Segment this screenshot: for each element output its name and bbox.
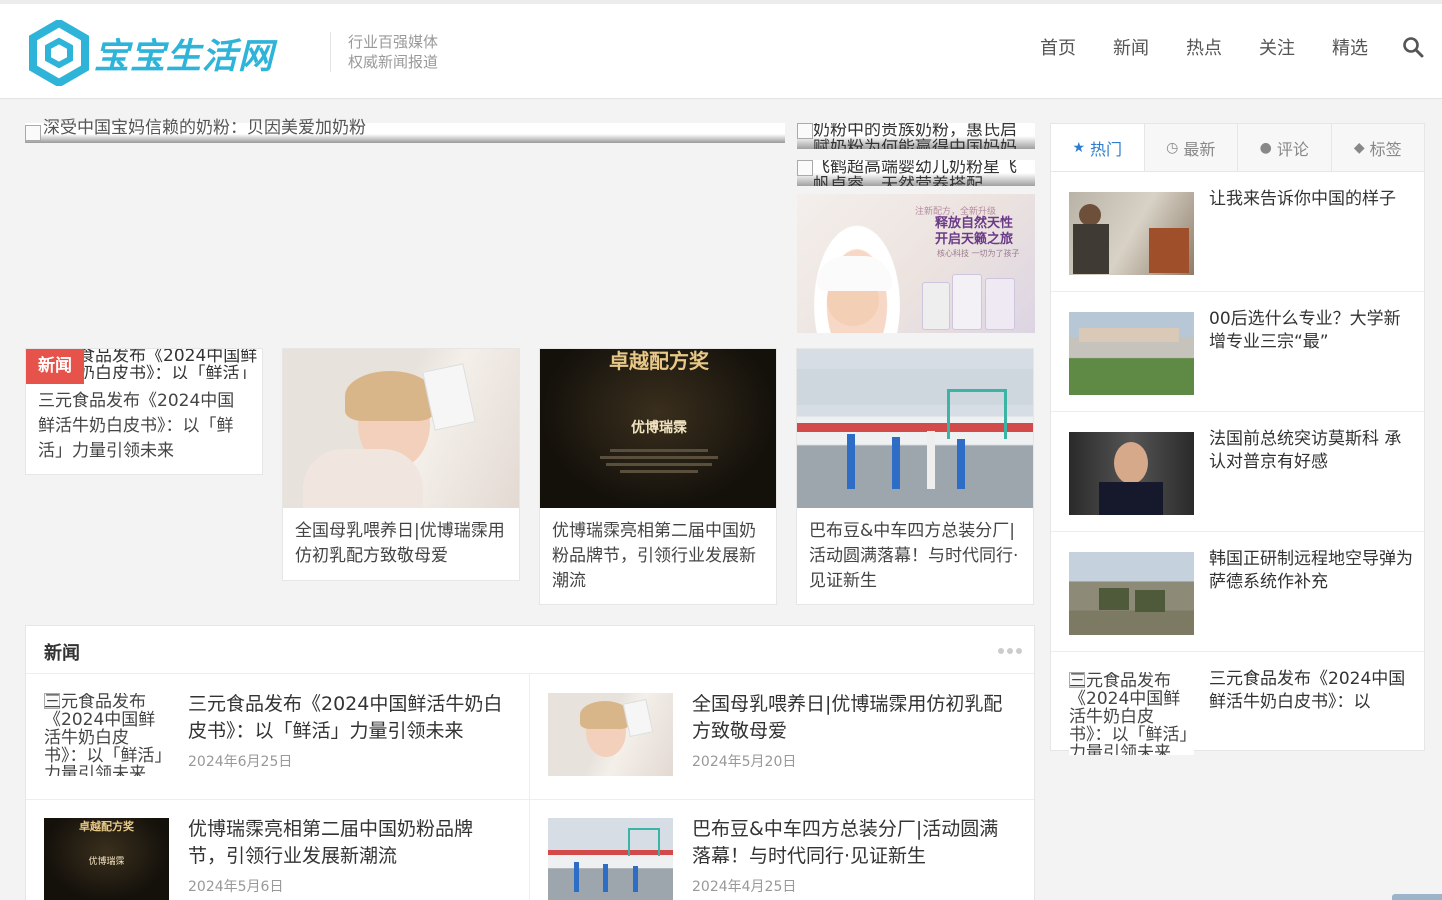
news-title-2[interactable]: 全国母乳喂养日|优博瑞霂用仿初乳配方致敬母爱 bbox=[692, 691, 1012, 745]
logo-hexagon-icon bbox=[29, 20, 89, 86]
card-title-4: 巴布豆&中车四方总装分厂|活动圆满落幕！与时代同行·见证新生 bbox=[809, 521, 1019, 591]
nav-featured[interactable]: 精选 bbox=[1332, 34, 1368, 60]
featured-side-image-2[interactable]: 飞鹤超高端婴幼儿奶粉星飞帆卓睿，天然营养搭配 bbox=[797, 160, 1035, 186]
hot-list-item-1[interactable]: 让我来告诉你中国的样子 bbox=[1051, 172, 1424, 292]
star-icon: ★ bbox=[1072, 139, 1086, 156]
tab-hot-label: 热门 bbox=[1090, 139, 1123, 159]
news-date-3: 2024年5月6日 bbox=[188, 879, 284, 895]
news-date-1: 2024年6月25日 bbox=[188, 754, 293, 770]
news-list-item-4[interactable]: 巴布豆&中车四方总装分厂|活动圆满落幕！与时代同行·见证新生 2024年4月25… bbox=[530, 799, 1034, 900]
product-can bbox=[985, 278, 1015, 330]
site-slogan: 行业百强媒体 权威新闻报道 bbox=[330, 32, 438, 72]
hot-thumb-3 bbox=[1069, 432, 1194, 515]
hot-thumb-2 bbox=[1069, 312, 1194, 395]
news-title-3[interactable]: 优博瑞霂亮相第二届中国奶粉品牌节，引领行业发展新潮流 bbox=[188, 816, 508, 870]
nav-follow[interactable]: 关注 bbox=[1259, 34, 1295, 60]
hot-list-item-5[interactable]: 三元食品发布《2024中国鲜活牛奶白皮书》：以「鲜活」力量引领未来 三元食品发布… bbox=[1051, 652, 1424, 755]
scroll-to-top-handle[interactable] bbox=[1392, 894, 1442, 900]
site-header: 宝宝生活网 行业百强媒体 权威新闻报道 首页 新闻 热点 关注 精选 bbox=[0, 4, 1442, 99]
card-title-1: 三元食品发布《2024中国鲜活牛奶白皮书》：以「鲜活」力量引领未来 bbox=[38, 391, 235, 461]
featured-side-alt-2: 飞鹤超高端婴幼儿奶粉星飞帆卓睿，天然营养搭配 bbox=[813, 160, 1017, 186]
category-badge: 新闻 bbox=[26, 349, 84, 384]
news-date-4: 2024年4月25日 bbox=[692, 879, 797, 895]
hot-thumb-5: 三元食品发布《2024中国鲜活牛奶白皮书》：以「鲜活」力量引领未来 bbox=[1069, 672, 1194, 755]
search-icon[interactable] bbox=[1402, 36, 1424, 58]
award-heading: 卓越配方奖 bbox=[609, 349, 709, 373]
news-list-item-3[interactable]: 卓越配方奖 优博瑞霂 优博瑞霂亮相第二届中国奶粉品牌节，引领行业发展新潮流 20… bbox=[26, 799, 530, 900]
ad-headline-2: 开启天籁之旅 bbox=[935, 232, 1014, 247]
tab-latest-label: 最新 bbox=[1183, 139, 1216, 159]
tab-latest[interactable]: ◷ 最新 bbox=[1143, 124, 1237, 171]
news-card-3[interactable]: 卓越配方奖 优博瑞霂 优博瑞霂亮相第二届中国奶粉品牌节，引领行业发展新潮流 bbox=[539, 348, 777, 605]
news-section: 新闻 三元食品发布《2024中国鲜活牛奶白皮书》：以「鲜活」力量引领未来 三元食… bbox=[25, 625, 1035, 900]
news-thumb-1: 三元食品发布《2024中国鲜活牛奶白皮书》：以「鲜活」力量引领未来 bbox=[44, 693, 169, 776]
product-can bbox=[952, 274, 982, 330]
logo-text: 宝宝生活网 bbox=[94, 36, 275, 77]
news-section-header: 新闻 bbox=[26, 626, 1034, 674]
more-dots-icon[interactable] bbox=[995, 648, 1022, 654]
featured-side-ad-image[interactable]: 注新配方，全新升级 释放自然天性 开启天籁之旅 核心科技 一切为了孩子 bbox=[797, 194, 1035, 333]
thumb-award-brand: 优博瑞霂 bbox=[88, 857, 125, 867]
sidebar-widget: ★ 热门 ◷ 最新 ● 评论 ◆ 标签 让我来告诉你中国的样子 00后选什么专业… bbox=[1050, 123, 1425, 755]
clock-icon: ◷ bbox=[1166, 139, 1179, 156]
news-title-1[interactable]: 三元食品发布《2024中国鲜活牛奶白皮书》：以「鲜活」力量引领未来 bbox=[188, 691, 508, 745]
news-thumb-2 bbox=[548, 693, 673, 776]
slogan-line-2: 权威新闻报道 bbox=[348, 53, 439, 71]
comments-icon: ● bbox=[1259, 139, 1272, 156]
hot-thumb-4 bbox=[1069, 552, 1194, 635]
news-card-4[interactable]: 巴布豆&中车四方总装分厂|活动圆满落幕！与时代同行·见证新生 bbox=[796, 348, 1034, 605]
hot-list-item-3[interactable]: 法国前总统突访莫斯科 承认对普京有好感 bbox=[1051, 412, 1424, 532]
tab-hot[interactable]: ★ 热门 bbox=[1051, 124, 1144, 171]
news-thumb-4 bbox=[548, 818, 673, 900]
news-date-2: 2024年5月20日 bbox=[692, 754, 797, 770]
tags-icon: ◆ bbox=[1353, 139, 1365, 156]
nav-hot[interactable]: 热点 bbox=[1186, 34, 1222, 60]
hot-list-item-2[interactable]: 00后选什么专业？大学新增专业三宗“最” bbox=[1051, 292, 1424, 412]
hot-list-item-4[interactable]: 韩国正研制远程地空导弹为萨德系统作补充 bbox=[1051, 532, 1424, 652]
slogan-line-1: 行业百强媒体 bbox=[348, 33, 439, 51]
featured-side-image-1[interactable]: 奶粉中的贵族奶粉，惠氏启赋奶粉为何能赢得中国妈妈的青睐 bbox=[797, 123, 1035, 149]
featured-main-image[interactable]: 深受中国宝妈信赖的奶粉：贝因美爱加奶粉 bbox=[25, 119, 785, 143]
broken-image-icon bbox=[25, 125, 41, 141]
news-list-item-2[interactable]: 全国母乳喂养日|优博瑞霂用仿初乳配方致敬母爱 2024年5月20日 bbox=[530, 674, 1034, 799]
card-image-4 bbox=[797, 349, 1033, 508]
hot-title-3[interactable]: 法国前总统突访莫斯科 承认对普京有好感 bbox=[1209, 428, 1414, 474]
hot-thumb-1 bbox=[1069, 192, 1194, 275]
news-list-item-1[interactable]: 三元食品发布《2024中国鲜活牛奶白皮书》：以「鲜活」力量引领未来 三元食品发布… bbox=[26, 674, 530, 799]
nav-news[interactable]: 新闻 bbox=[1113, 34, 1149, 60]
award-fine-print bbox=[600, 445, 718, 489]
hot-title-2[interactable]: 00后选什么专业？大学新增专业三宗“最” bbox=[1209, 308, 1414, 354]
sidebar-tabs: ★ 热门 ◷ 最新 ● 评论 ◆ 标签 bbox=[1051, 124, 1424, 172]
hot-title-5[interactable]: 三元食品发布《2024中国鲜活牛奶白皮书》：以 bbox=[1209, 668, 1414, 714]
tab-tags-label: 标签 bbox=[1369, 139, 1402, 159]
news-title-4[interactable]: 巴布豆&中车四方总装分厂|活动圆满落幕！与时代同行·见证新生 bbox=[692, 816, 1012, 870]
ad-subtext: 核心科技 一切为了孩子 bbox=[937, 249, 1020, 258]
tab-comments[interactable]: ● 评论 bbox=[1237, 124, 1331, 171]
news-thumb-alt-1: 三元食品发布《2024中国鲜活牛奶白皮书》：以「鲜活」力量引领未来 bbox=[44, 693, 163, 776]
card-title-2: 全国母乳喂养日|优博瑞霂用仿初乳配方致敬母爱 bbox=[295, 521, 505, 566]
hot-thumb-alt-5: 三元食品发布《2024中国鲜活牛奶白皮书》：以「鲜活」力量引领未来 bbox=[1069, 672, 1188, 755]
news-card-1[interactable]: 三元食品发布《2024中国鲜活牛奶白皮书》：以「鲜活」力量引领未来 新闻 三元食… bbox=[25, 348, 263, 475]
product-can bbox=[922, 282, 950, 330]
news-section-title: 新闻 bbox=[44, 643, 80, 664]
news-thumb-3: 卓越配方奖 优博瑞霂 bbox=[44, 818, 169, 900]
featured-side-alt-1: 奶粉中的贵族奶粉，惠氏启赋奶粉为何能赢得中国妈妈的青睐 bbox=[813, 123, 1017, 149]
hot-title-1[interactable]: 让我来告诉你中国的样子 bbox=[1209, 188, 1414, 211]
site-logo[interactable]: 宝宝生活网 bbox=[28, 20, 274, 86]
tab-comments-label: 评论 bbox=[1276, 139, 1309, 159]
card-image-2 bbox=[283, 349, 519, 508]
broken-image-icon bbox=[797, 123, 813, 139]
featured-main-alt: 深受中国宝妈信赖的奶粉：贝因美爱加奶粉 bbox=[43, 118, 366, 138]
award-brand: 优博瑞霂 bbox=[631, 420, 687, 436]
thumb-award-heading: 卓越配方奖 bbox=[79, 820, 134, 833]
main-nav: 首页 新闻 热点 关注 精选 bbox=[1003, 34, 1424, 60]
news-card-2[interactable]: 全国母乳喂养日|优博瑞霂用仿初乳配方致敬母爱 bbox=[282, 348, 520, 581]
card-title-3: 优博瑞霂亮相第二届中国奶粉品牌节，引领行业发展新潮流 bbox=[552, 521, 756, 591]
tab-tags[interactable]: ◆ 标签 bbox=[1330, 124, 1424, 171]
card-image-3: 卓越配方奖 优博瑞霂 bbox=[540, 349, 776, 508]
broken-image-icon bbox=[797, 160, 813, 176]
hot-title-4[interactable]: 韩国正研制远程地空导弹为萨德系统作补充 bbox=[1209, 548, 1414, 594]
nav-home[interactable]: 首页 bbox=[1040, 34, 1076, 60]
